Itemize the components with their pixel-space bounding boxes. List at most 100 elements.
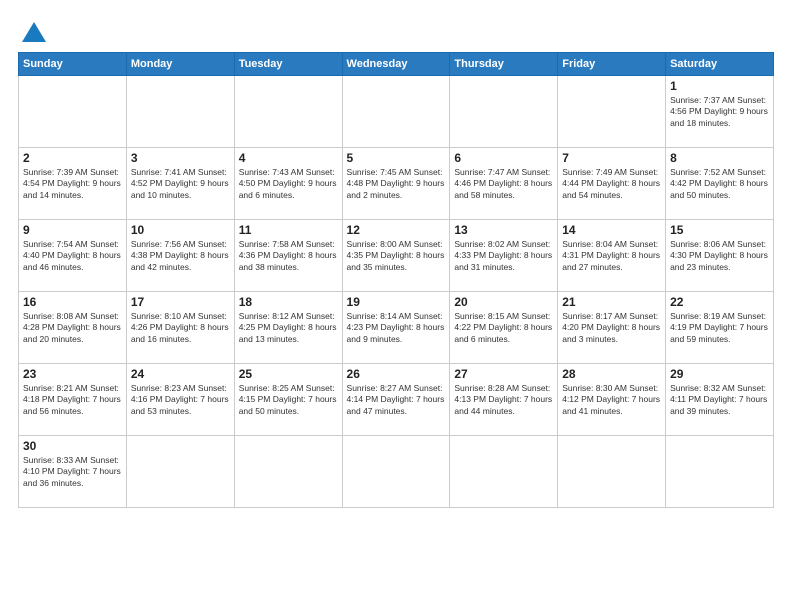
calendar-cell: 3 Sunrise: 7:41 AM Sunset: 4:52 PM Daylig… [126,148,234,220]
day-number: 16 [23,295,122,309]
calendar-cell [234,76,342,148]
calendar-cell [234,436,342,508]
calendar-cell [450,76,558,148]
day-number: 3 [131,151,230,165]
day-number: 9 [23,223,122,237]
logo [18,18,48,42]
day-number: 2 [23,151,122,165]
calendar-week-row: 9Sunrise: 7:54 AM Sunset: 4:40 PM Daylig… [19,220,774,292]
weekday-header-monday: Monday [126,53,234,76]
weekday-header-wednesday: Wednesday [342,53,450,76]
day-number: 11 [239,223,338,237]
calendar-cell: 25Sunrise: 8:25 AM Sunset: 4:15 PM Dayli… [234,364,342,436]
day-info: Sunrise: 8:21 AM Sunset: 4:18 PM Dayligh… [23,383,122,417]
day-info: Sunrise: 8:06 AM Sunset: 4:30 PM Dayligh… [670,239,769,273]
calendar-cell [126,76,234,148]
day-number: 29 [670,367,769,381]
day-number: 5 [347,151,446,165]
day-info: Sunrise: 7:58 AM Sunset: 4:36 PM Dayligh… [239,239,338,273]
calendar-cell: 23Sunrise: 8:21 AM Sunset: 4:18 PM Dayli… [19,364,127,436]
calendar-cell: 20 Sunrise: 8:15 AM Sunset: 4:22 PM Dayli… [450,292,558,364]
day-info: Sunrise: 8:14 AM Sunset: 4:23 PM Dayligh… [347,311,446,345]
calendar-cell: 28 Sunrise: 8:30 AM Sunset: 4:12 PM Dayli… [558,364,666,436]
weekday-header-friday: Friday [558,53,666,76]
day-info: Sunrise: 8:27 AM Sunset: 4:14 PM Dayligh… [347,383,446,417]
day-number: 4 [239,151,338,165]
calendar-cell: 24 Sunrise: 8:23 AM Sunset: 4:16 PM Dayli… [126,364,234,436]
day-number: 30 [23,439,122,453]
day-number: 8 [670,151,769,165]
day-number: 14 [562,223,661,237]
day-info: Sunrise: 8:02 AM Sunset: 4:33 PM Dayligh… [454,239,553,273]
calendar-week-row: 30 Sunrise: 8:33 AM Sunset: 4:10 PM Dayli… [19,436,774,508]
calendar-cell: 8Sunrise: 7:52 AM Sunset: 4:42 PM Daylig… [666,148,774,220]
calendar-cell: 22 Sunrise: 8:19 AM Sunset: 4:19 PM Dayli… [666,292,774,364]
day-number: 28 [562,367,661,381]
calendar-table: SundayMondayTuesdayWednesdayThursdayFrid… [18,52,774,508]
day-info: Sunrise: 8:00 AM Sunset: 4:35 PM Dayligh… [347,239,446,273]
day-info: Sunrise: 8:10 AM Sunset: 4:26 PM Dayligh… [131,311,230,345]
day-info: Sunrise: 7:39 AM Sunset: 4:54 PM Dayligh… [23,167,122,201]
day-number: 6 [454,151,553,165]
calendar-cell: 19 Sunrise: 8:14 AM Sunset: 4:23 PM Dayli… [342,292,450,364]
day-info: Sunrise: 7:41 AM Sunset: 4:52 PM Dayligh… [131,167,230,201]
weekday-header-tuesday: Tuesday [234,53,342,76]
header [18,18,774,42]
calendar-cell: 11 Sunrise: 7:58 AM Sunset: 4:36 PM Dayli… [234,220,342,292]
day-info: Sunrise: 7:37 AM Sunset: 4:56 PM Dayligh… [670,95,769,129]
weekday-header-sunday: Sunday [19,53,127,76]
calendar-cell [19,76,127,148]
calendar-cell [342,76,450,148]
logo-triangle-icon [20,18,48,46]
calendar-cell: 5Sunrise: 7:45 AM Sunset: 4:48 PM Daylig… [342,148,450,220]
calendar-cell: 12 Sunrise: 8:00 AM Sunset: 4:35 PM Dayli… [342,220,450,292]
day-info: Sunrise: 8:30 AM Sunset: 4:12 PM Dayligh… [562,383,661,417]
calendar-cell: 9Sunrise: 7:54 AM Sunset: 4:40 PM Daylig… [19,220,127,292]
day-info: Sunrise: 8:08 AM Sunset: 4:28 PM Dayligh… [23,311,122,345]
day-number: 12 [347,223,446,237]
day-number: 27 [454,367,553,381]
day-info: Sunrise: 8:17 AM Sunset: 4:20 PM Dayligh… [562,311,661,345]
calendar-week-row: 23Sunrise: 8:21 AM Sunset: 4:18 PM Dayli… [19,364,774,436]
calendar-cell: 26 Sunrise: 8:27 AM Sunset: 4:14 PM Dayli… [342,364,450,436]
day-info: Sunrise: 7:47 AM Sunset: 4:46 PM Dayligh… [454,167,553,201]
day-number: 15 [670,223,769,237]
page: SundayMondayTuesdayWednesdayThursdayFrid… [0,0,792,612]
weekday-header-saturday: Saturday [666,53,774,76]
day-number: 10 [131,223,230,237]
day-info: Sunrise: 8:33 AM Sunset: 4:10 PM Dayligh… [23,455,122,489]
day-number: 21 [562,295,661,309]
weekday-header-row: SundayMondayTuesdayWednesdayThursdayFrid… [19,53,774,76]
calendar-cell: 6 Sunrise: 7:47 AM Sunset: 4:46 PM Daylig… [450,148,558,220]
calendar-cell [126,436,234,508]
day-number: 1 [670,79,769,93]
day-info: Sunrise: 8:28 AM Sunset: 4:13 PM Dayligh… [454,383,553,417]
calendar-cell: 1 Sunrise: 7:37 AM Sunset: 4:56 PM Daylig… [666,76,774,148]
calendar-cell [450,436,558,508]
day-info: Sunrise: 7:43 AM Sunset: 4:50 PM Dayligh… [239,167,338,201]
calendar-week-row: 2 Sunrise: 7:39 AM Sunset: 4:54 PM Daylig… [19,148,774,220]
calendar-week-row: 16 Sunrise: 8:08 AM Sunset: 4:28 PM Dayli… [19,292,774,364]
day-info: Sunrise: 8:23 AM Sunset: 4:16 PM Dayligh… [131,383,230,417]
calendar-cell: 15 Sunrise: 8:06 AM Sunset: 4:30 PM Dayli… [666,220,774,292]
calendar-cell: 27 Sunrise: 8:28 AM Sunset: 4:13 PM Dayli… [450,364,558,436]
weekday-header-thursday: Thursday [450,53,558,76]
day-number: 7 [562,151,661,165]
day-number: 22 [670,295,769,309]
calendar-cell: 29Sunrise: 8:32 AM Sunset: 4:11 PM Dayli… [666,364,774,436]
day-info: Sunrise: 8:15 AM Sunset: 4:22 PM Dayligh… [454,311,553,345]
day-number: 13 [454,223,553,237]
calendar-cell: 2 Sunrise: 7:39 AM Sunset: 4:54 PM Daylig… [19,148,127,220]
day-number: 19 [347,295,446,309]
day-number: 17 [131,295,230,309]
day-info: Sunrise: 8:19 AM Sunset: 4:19 PM Dayligh… [670,311,769,345]
day-number: 24 [131,367,230,381]
calendar-cell: 4 Sunrise: 7:43 AM Sunset: 4:50 PM Daylig… [234,148,342,220]
calendar-cell: 16 Sunrise: 8:08 AM Sunset: 4:28 PM Dayli… [19,292,127,364]
calendar-cell: 17 Sunrise: 8:10 AM Sunset: 4:26 PM Dayli… [126,292,234,364]
day-number: 18 [239,295,338,309]
calendar-cell: 7Sunrise: 7:49 AM Sunset: 4:44 PM Daylig… [558,148,666,220]
calendar-cell [558,76,666,148]
day-number: 20 [454,295,553,309]
day-number: 26 [347,367,446,381]
